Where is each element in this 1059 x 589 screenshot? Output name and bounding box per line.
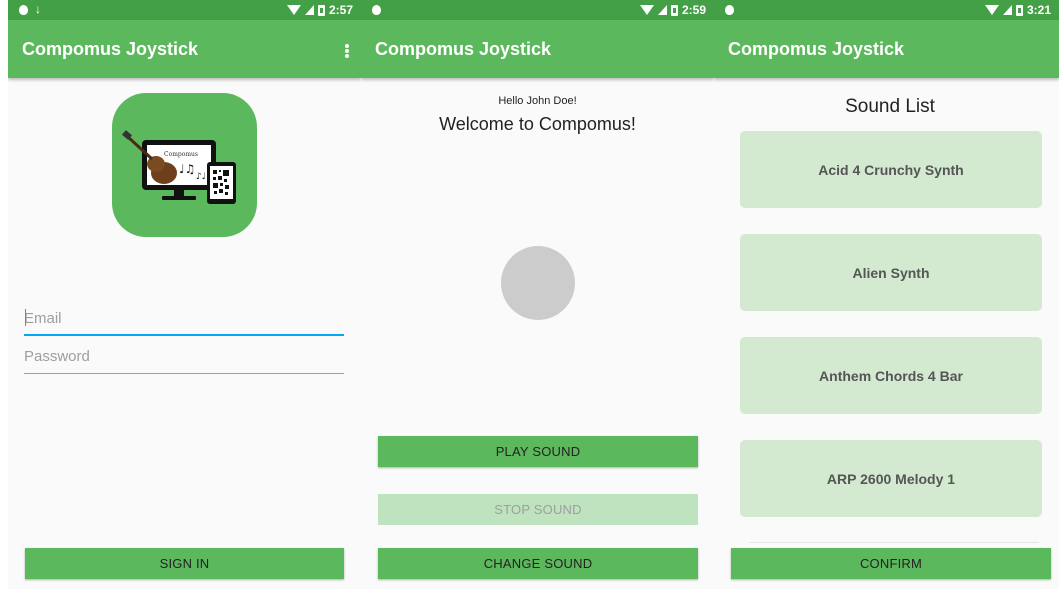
text-caret bbox=[25, 309, 26, 326]
email-input[interactable] bbox=[24, 306, 344, 330]
greeting-text: Hello John Doe! bbox=[498, 95, 577, 107]
password-input[interactable] bbox=[24, 344, 344, 368]
app-logo: ♩♫ ♪♩ Compomus bbox=[112, 93, 257, 237]
status-time: 3:21 bbox=[1026, 3, 1051, 17]
more-vert-icon[interactable] bbox=[345, 44, 349, 58]
email-underline bbox=[24, 334, 344, 336]
confirm-button[interactable]: CONFIRM bbox=[731, 548, 1051, 579]
sound-item[interactable]: Alien Synth bbox=[740, 234, 1042, 311]
app-bar: Compomus Joystick bbox=[8, 20, 361, 78]
status-bar: ↓ 2:57 bbox=[8, 0, 361, 20]
sound-item[interactable]: Anthem Chords 4 Bar bbox=[740, 337, 1042, 414]
app-bar: Compomus Joystick bbox=[714, 20, 1059, 78]
app-title: Compomus Joystick bbox=[375, 39, 552, 59]
status-bar: 2:59 bbox=[361, 0, 714, 20]
signal-icon bbox=[1002, 5, 1012, 15]
sound-item[interactable]: Acid 4 Crunchy Synth bbox=[740, 131, 1042, 208]
signal-icon bbox=[657, 5, 667, 15]
password-field[interactable] bbox=[24, 344, 344, 374]
download-icon: ↓ bbox=[35, 2, 41, 16]
password-underline bbox=[24, 373, 344, 374]
app-title: Compomus Joystick bbox=[22, 39, 199, 59]
status-dot-icon bbox=[19, 5, 28, 15]
stop-sound-button[interactable]: STOP SOUND bbox=[378, 494, 698, 525]
battery-icon bbox=[670, 4, 678, 16]
sign-in-button[interactable]: SIGN IN bbox=[25, 548, 344, 579]
wifi-icon bbox=[286, 5, 301, 15]
joystick-knob[interactable] bbox=[501, 246, 575, 320]
signal-icon bbox=[304, 5, 314, 15]
status-dot-icon bbox=[372, 5, 381, 15]
status-time: 2:57 bbox=[328, 3, 353, 17]
guitar-monitor-logo-icon: ♩♫ ♪♩ Compomus bbox=[122, 130, 236, 204]
battery-icon bbox=[1015, 4, 1023, 16]
wifi-icon bbox=[984, 5, 999, 15]
joystick-screen: 2:59 Compomus Joystick Hello John Doe! W… bbox=[361, 0, 714, 589]
svg-text:♪♩: ♪♩ bbox=[196, 172, 206, 182]
battery-icon bbox=[317, 4, 325, 16]
status-time: 2:59 bbox=[681, 3, 706, 17]
sound-list-screen: 3:21 Compomus Joystick Sound List Acid 4… bbox=[714, 0, 1059, 589]
app-title: Compomus Joystick bbox=[728, 39, 905, 59]
app-bar: Compomus Joystick bbox=[361, 20, 714, 78]
wifi-icon bbox=[639, 5, 654, 15]
email-field[interactable] bbox=[24, 306, 344, 336]
welcome-text: Welcome to Compomus! bbox=[439, 114, 636, 134]
login-screen: ↓ 2:57 Compomus Joystick ♩♫ ♪♩ Compomus … bbox=[8, 0, 361, 589]
logo-text: Compomus bbox=[164, 151, 198, 158]
play-sound-button[interactable]: PLAY SOUND bbox=[378, 436, 698, 467]
status-bar: 3:21 bbox=[714, 0, 1059, 20]
sound-item[interactable]: ARP 2600 Melody 1 bbox=[740, 440, 1042, 517]
sound-list-heading: Sound List bbox=[845, 96, 935, 117]
svg-text:♩♫: ♩♫ bbox=[179, 162, 195, 176]
list-divider bbox=[749, 542, 1039, 543]
status-dot-icon bbox=[725, 5, 734, 15]
change-sound-button[interactable]: CHANGE SOUND bbox=[378, 548, 698, 579]
